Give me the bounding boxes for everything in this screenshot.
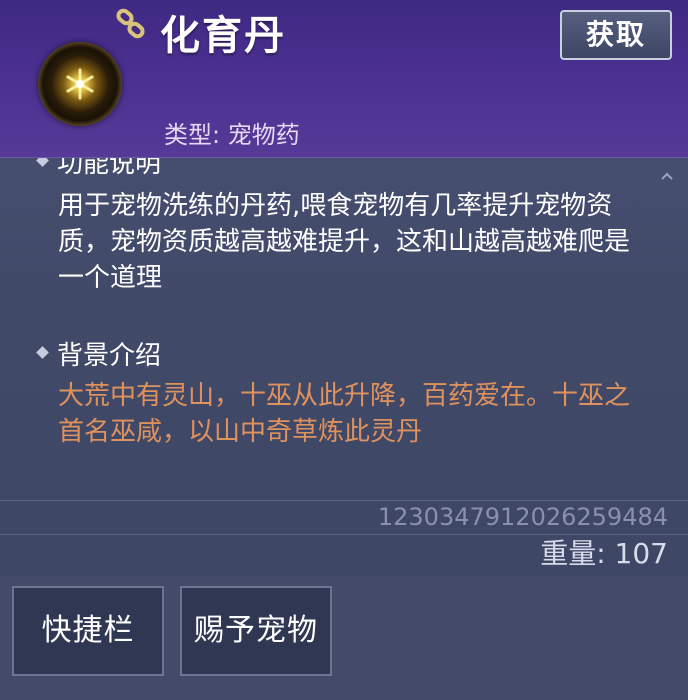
background-description: 大荒中有灵山，十巫从此升降，百药爱在。十巫之首名巫咸，以山中奇草炼此灵丹 bbox=[58, 381, 631, 447]
item-weight: 重量: 107 bbox=[540, 537, 668, 570]
item-name: 化育丹 bbox=[160, 13, 286, 59]
get-button[interactable]: 获取 bbox=[560, 10, 672, 60]
diamond-bullet-icon bbox=[36, 158, 49, 167]
give-pet-button[interactable]: 赐予宠物 bbox=[180, 586, 332, 676]
shortcut-bar-button[interactable]: 快捷栏 bbox=[12, 586, 164, 676]
function-description: 用于宠物洗练的丹药,喂食宠物有几率提升宠物资质，宠物资质越高越难提升，这和山越高… bbox=[58, 191, 631, 293]
item-header: 化育丹 获取 类型: 宠物药 bbox=[0, 0, 688, 158]
item-type: 类型: 宠物药 bbox=[164, 121, 300, 149]
item-serial: 1230347912026259484 bbox=[377, 503, 668, 531]
scroll-up-icon[interactable] bbox=[660, 170, 674, 184]
background-section-title: 背景介绍 bbox=[36, 338, 162, 374]
chain-link-icon[interactable] bbox=[114, 8, 148, 42]
function-section-title: 功能说明 bbox=[36, 158, 162, 182]
description-scroll-area[interactable]: 功能说明 用于宠物洗练的丹药,喂食宠物有几率提升宠物资质，宠物资质越高越难提升，… bbox=[0, 158, 688, 500]
glowing-orb-icon bbox=[38, 42, 122, 126]
action-bar: 快捷栏 赐予宠物 bbox=[0, 576, 688, 700]
function-title-text: 功能说明 bbox=[57, 158, 162, 179]
diamond-bullet-icon bbox=[36, 346, 49, 359]
item-detail-panel: 化育丹 获取 类型: 宠物药 功能说明 用于宠物洗练的丹药,喂食宠物有几率提升宠… bbox=[0, 0, 688, 700]
background-title-text: 背景介绍 bbox=[57, 341, 162, 371]
